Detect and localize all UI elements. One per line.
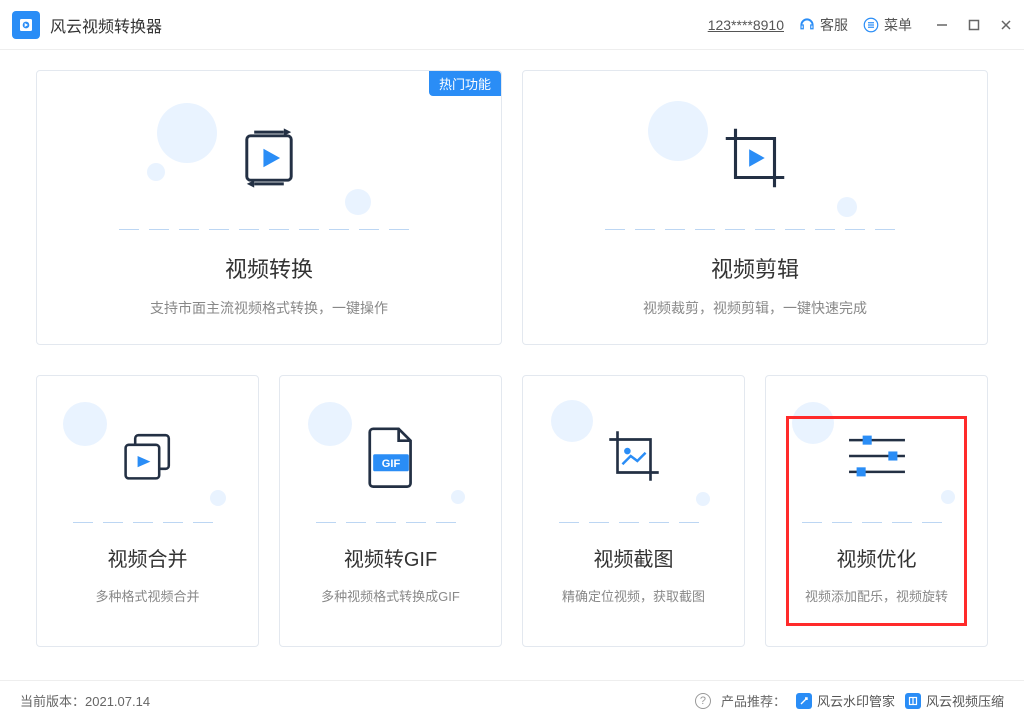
app-title: 风云视频转换器 bbox=[50, 13, 162, 37]
card-video-gif[interactable]: GIF 视频转GIF 多种视频格式转换成GIF bbox=[279, 375, 502, 647]
card-title: 视频合并 bbox=[108, 543, 188, 572]
user-id[interactable]: 123****8910 bbox=[708, 17, 784, 33]
card-video-convert[interactable]: 热门功能 视频转换 支持市面主流视频格式转换，一键操作 bbox=[36, 70, 502, 345]
divider bbox=[605, 229, 905, 230]
minimize-button[interactable] bbox=[934, 17, 950, 33]
recommend-label: 产品推荐： bbox=[721, 691, 786, 710]
screenshot-icon bbox=[523, 396, 744, 516]
watermark-icon bbox=[796, 693, 812, 709]
card-desc: 视频添加配乐，视频旋转 bbox=[797, 586, 956, 605]
compress-icon bbox=[905, 693, 921, 709]
menu-icon bbox=[862, 16, 880, 34]
card-desc: 多种格式视频合并 bbox=[87, 586, 207, 605]
card-desc: 支持市面主流视频格式转换，一键操作 bbox=[150, 298, 388, 318]
divider bbox=[119, 229, 419, 230]
gif-icon: GIF bbox=[280, 396, 501, 516]
card-video-edit[interactable]: 视频剪辑 视频裁剪，视频剪辑，一键快速完成 bbox=[522, 70, 988, 345]
card-title: 视频转换 bbox=[225, 252, 313, 284]
divider bbox=[559, 522, 709, 523]
card-video-screenshot[interactable]: 视频截图 精确定位视频，获取截图 bbox=[522, 375, 745, 647]
menu-button[interactable]: 菜单 bbox=[862, 15, 912, 35]
card-video-optimize[interactable]: 视频优化 视频添加配乐，视频旋转 bbox=[765, 375, 988, 647]
main-grid: 热门功能 视频转换 支持市面主流视频格式转换，一键操作 bbox=[0, 50, 1024, 680]
crop-icon bbox=[523, 93, 987, 223]
support-button[interactable]: 客服 bbox=[798, 15, 848, 35]
card-desc: 视频裁剪，视频剪辑，一键快速完成 bbox=[643, 298, 867, 318]
menu-label: 菜单 bbox=[884, 15, 912, 35]
card-video-merge[interactable]: 视频合并 多种格式视频合并 bbox=[36, 375, 259, 647]
app-logo bbox=[12, 11, 40, 39]
divider bbox=[316, 522, 466, 523]
card-title: 视频截图 bbox=[594, 543, 674, 572]
recommend-watermark[interactable]: 风云水印管家 bbox=[796, 691, 895, 710]
support-label: 客服 bbox=[820, 15, 848, 35]
card-title: 视频转GIF bbox=[344, 543, 437, 572]
footer: 当前版本：2021.07.14 ? 产品推荐： 风云水印管家 风云视频压缩 bbox=[0, 680, 1024, 720]
version-label: 当前版本：2021.07.14 bbox=[20, 691, 150, 710]
card-title: 视频剪辑 bbox=[711, 252, 799, 284]
svg-text:GIF: GIF bbox=[381, 458, 400, 470]
convert-icon bbox=[37, 93, 501, 223]
sliders-icon bbox=[766, 396, 987, 516]
headset-icon bbox=[798, 16, 816, 34]
maximize-button[interactable] bbox=[966, 17, 982, 33]
card-title: 视频优化 bbox=[837, 543, 917, 572]
titlebar: 风云视频转换器 123****8910 客服 菜单 bbox=[0, 0, 1024, 50]
divider bbox=[73, 522, 223, 523]
merge-icon bbox=[37, 396, 258, 516]
help-icon[interactable]: ? bbox=[695, 693, 711, 709]
card-desc: 多种视频格式转换成GIF bbox=[313, 586, 468, 605]
card-desc: 精确定位视频，获取截图 bbox=[554, 586, 713, 605]
divider bbox=[802, 522, 952, 523]
recommend-compress[interactable]: 风云视频压缩 bbox=[905, 691, 1004, 710]
close-button[interactable] bbox=[998, 17, 1014, 33]
